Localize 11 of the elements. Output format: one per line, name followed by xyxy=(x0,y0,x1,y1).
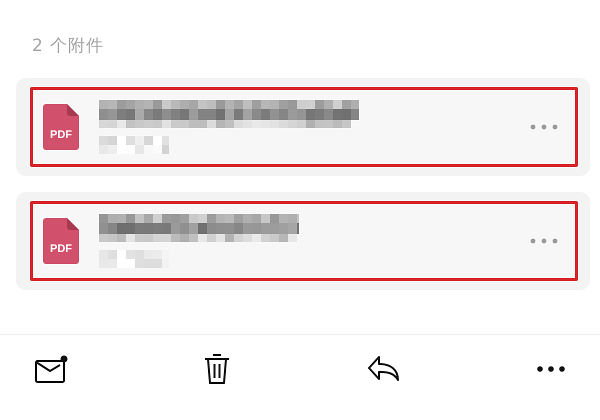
pdf-file-icon: PDF xyxy=(43,218,79,264)
blurred-size-drawing xyxy=(99,136,169,154)
mail-icon[interactable] xyxy=(34,354,68,384)
more-options-icon[interactable] xyxy=(536,364,566,372)
attachment-item[interactable]: PDF xyxy=(30,201,578,281)
pdf-file-icon: PDF xyxy=(43,104,79,150)
blurred-size-drawing xyxy=(99,250,169,268)
attachment-item[interactable]: PDF xyxy=(30,87,578,167)
attachments-count-heading: 2 个附件 xyxy=(32,36,104,56)
reply-icon[interactable] xyxy=(366,354,401,382)
trash-icon[interactable] xyxy=(203,352,232,384)
